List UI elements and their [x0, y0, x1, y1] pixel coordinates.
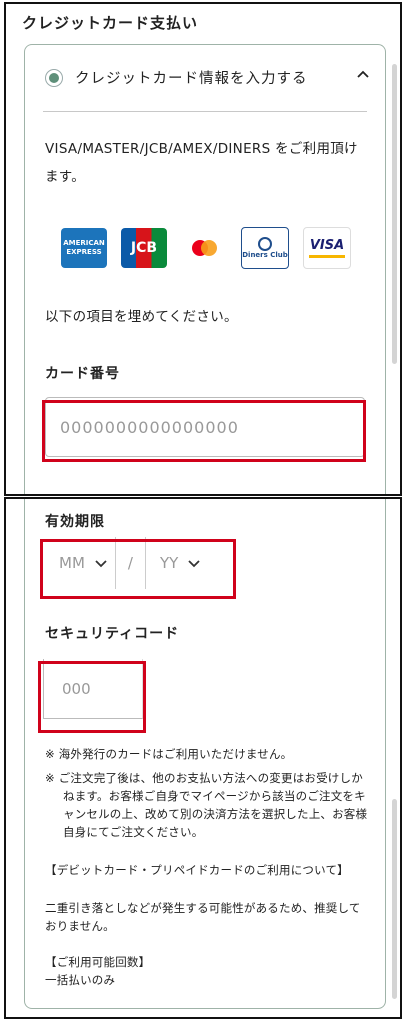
payment-panel-bottom: 有効期限 MM / YY セキュリティコード 000 ※ 海外発行のカードはご利… [4, 497, 402, 1019]
jcb-logo: JCB [121, 228, 167, 268]
debit-heading: 【デビットカード・プリペイドカードのご利用について】 [45, 863, 349, 877]
accepted-cards-text: VISA/MASTER/JCB/AMEX/DINERS をご利用頂けます。 [45, 141, 358, 185]
section-title: クレジットカード支払い [22, 14, 199, 32]
expiry-label: 有効期限 [45, 514, 105, 530]
radio-button-selected[interactable] [45, 68, 63, 87]
divider [43, 111, 367, 112]
security-code-highlight [38, 661, 146, 733]
credit-card-option-label: クレジットカード情報を入力する [75, 71, 308, 87]
debit-text: 二重引き落としなどが発生する可能性があるため、推奨しておりません。 [45, 901, 361, 933]
visa-logo: VISA [303, 227, 351, 269]
radio-dot [49, 72, 59, 83]
card-number-label: カード番号 [45, 366, 120, 382]
scrollbar-thumb[interactable] [392, 799, 397, 999]
expiry-highlight [40, 539, 236, 599]
mastercard-logo [181, 228, 227, 268]
scrollbar-thumb[interactable] [392, 64, 397, 364]
note-overseas: ※ 海外発行のカードはご利用いただけません。 [45, 747, 293, 761]
payment-panel-top: クレジットカード支払い クレジットカード情報を入力する VISA/MASTER/… [4, 2, 402, 496]
installments-text: 一括払いのみ [45, 973, 116, 987]
diners-logo: Diners Club [241, 227, 289, 269]
card-logos: AMERICAN EXPRESS JCB Diners Club VISA [61, 227, 351, 269]
security-code-label: セキュリティコード [45, 626, 180, 642]
chevron-up-icon[interactable] [357, 69, 369, 81]
amex-logo: AMERICAN EXPRESS [61, 228, 107, 268]
credit-card-option[interactable]: クレジットカード情報を入力する [45, 67, 308, 88]
fill-instruction: 以下の項目を埋めてください。 [45, 309, 238, 325]
card-number-highlight [42, 400, 366, 462]
note-no-change: ※ ご注文完了後は、他のお支払い方法への変更はお受けしかねます。お客様ご自身でマ… [45, 771, 368, 839]
installments-heading: 【ご利用可能回数】 [45, 955, 151, 969]
